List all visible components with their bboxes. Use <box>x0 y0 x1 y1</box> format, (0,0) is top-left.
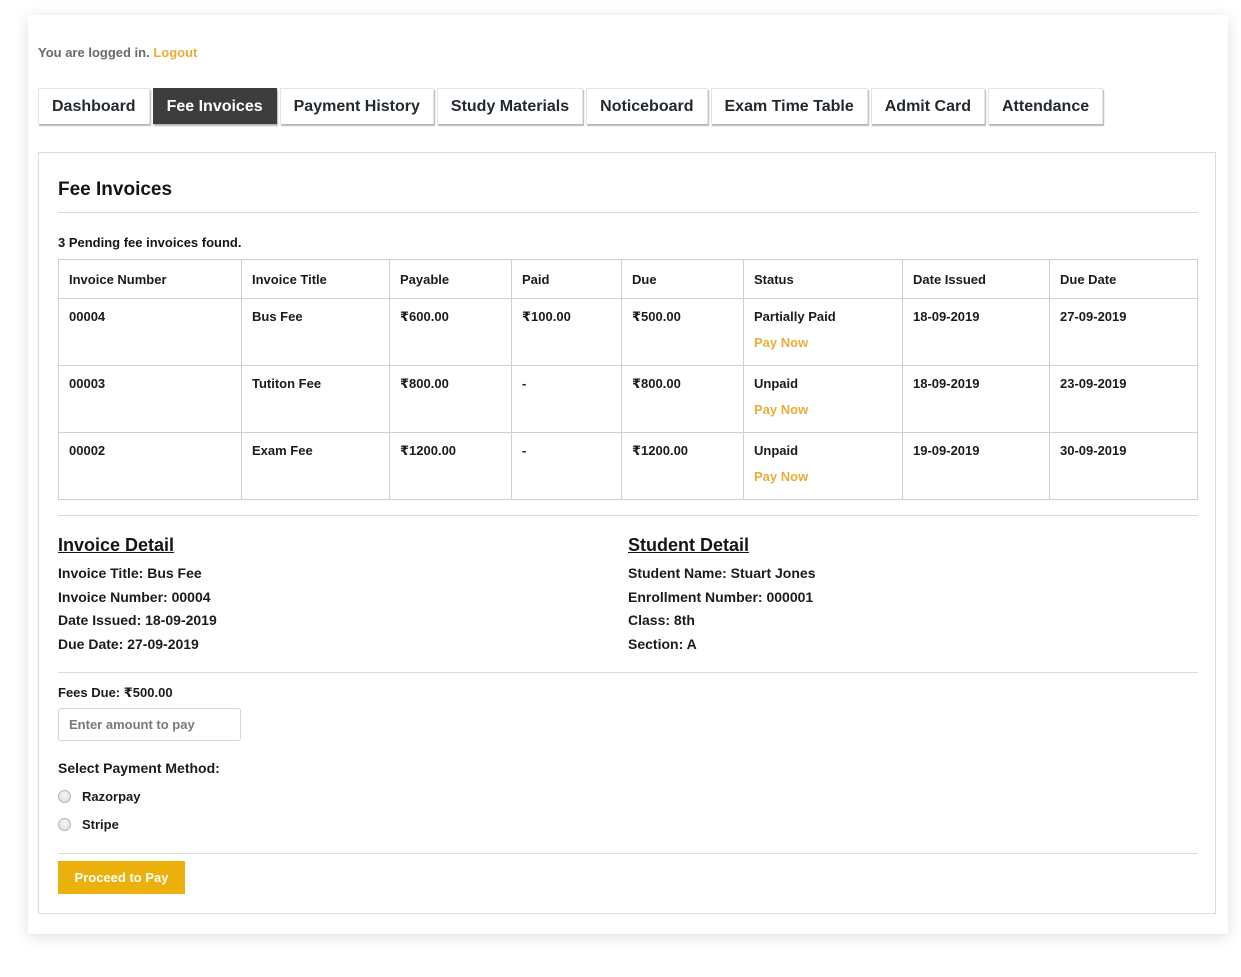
pay-now-link[interactable]: Pay Now <box>754 469 892 484</box>
table-row: 00004 Bus Fee ₹600.00 ₹100.00 ₹500.00 Pa… <box>58 298 1198 366</box>
column-header-invoice-title: Invoice Title <box>241 259 390 299</box>
section-line: Section: A <box>628 636 697 653</box>
status-text: Unpaid <box>754 443 799 458</box>
tab-dashboard[interactable]: Dashboard <box>38 88 150 124</box>
cell-due-date: 23-09-2019 <box>1049 365 1198 433</box>
status-text: Unpaid <box>754 376 799 391</box>
proceed-to-pay-button[interactable]: Proceed to Pay <box>58 861 185 894</box>
divider <box>58 672 1198 673</box>
fee-invoices-panel: Fee Invoices 3 Pending fee invoices foun… <box>38 152 1216 914</box>
pay-now-link[interactable]: Pay Now <box>754 402 892 417</box>
cell-status: Partially Paid Pay Now <box>743 298 903 366</box>
cell-payable: ₹800.00 <box>389 365 512 433</box>
divider <box>58 515 1198 516</box>
table-row: 00002 Exam Fee ₹1200.00 - ₹1200.00 Unpai… <box>58 432 1198 500</box>
payment-method-label: Select Payment Method: <box>58 760 220 776</box>
pay-now-link[interactable]: Pay Now <box>754 335 892 350</box>
invoice-detail: Invoice Detail Invoice Title: Bus Fee In… <box>58 535 217 660</box>
logged-in-text: You are logged in. <box>38 45 150 60</box>
logout-link[interactable]: Logout <box>153 45 197 60</box>
invoices-table: Invoice Number Invoice Title Payable Pai… <box>58 259 1198 500</box>
column-header-due: Due <box>621 259 744 299</box>
cell-paid: - <box>511 432 622 500</box>
cell-invoice-number: 00002 <box>58 432 242 500</box>
cell-paid: - <box>511 365 622 433</box>
cell-invoice-number: 00004 <box>58 298 242 366</box>
cell-payable: ₹600.00 <box>389 298 512 366</box>
payment-option-razorpay[interactable]: Razorpay <box>58 789 141 804</box>
student-detail-heading: Student Detail <box>628 535 750 555</box>
cell-date-issued: 18-09-2019 <box>902 365 1050 433</box>
cell-invoice-title: Exam Fee <box>241 432 390 500</box>
student-detail: Student Detail Student Name: Stuart Jone… <box>628 535 815 660</box>
cell-due: ₹500.00 <box>621 298 744 366</box>
fees-due-text: Fees Due: ₹500.00 <box>58 685 173 700</box>
column-header-status: Status <box>743 259 903 299</box>
cell-invoice-title: Tutiton Fee <box>241 365 390 433</box>
cell-paid: ₹100.00 <box>511 298 622 366</box>
cell-payable: ₹1200.00 <box>389 432 512 500</box>
divider <box>58 853 1198 854</box>
amount-input[interactable] <box>58 708 241 741</box>
class-line: Class: 8th <box>628 612 695 629</box>
invoice-detail-heading: Invoice Detail <box>58 535 175 555</box>
nav-tabs: Dashboard Fee Invoices Payment History S… <box>38 88 1106 124</box>
table-row: 00003 Tutiton Fee ₹800.00 - ₹800.00 Unpa… <box>58 365 1198 433</box>
cell-date-issued: 19-09-2019 <box>902 432 1050 500</box>
cell-date-issued: 18-09-2019 <box>902 298 1050 366</box>
cell-status: Unpaid Pay Now <box>743 365 903 433</box>
enrollment-number-line: Enrollment Number: 000001 <box>628 588 814 605</box>
due-date-line: Due Date: 27-09-2019 <box>58 636 199 653</box>
cell-due-date: 30-09-2019 <box>1049 432 1198 500</box>
divider <box>58 212 1198 213</box>
tab-admit-card[interactable]: Admit Card <box>870 88 985 124</box>
column-header-invoice-number: Invoice Number <box>58 259 242 299</box>
payment-option-stripe[interactable]: Stripe <box>58 817 119 832</box>
cell-due: ₹1200.00 <box>621 432 744 500</box>
cell-status: Unpaid Pay Now <box>743 432 903 500</box>
cell-due-date: 27-09-2019 <box>1049 298 1198 366</box>
date-issued-line: Date Issued: 18-09-2019 <box>58 612 217 629</box>
invoice-number-line: Invoice Number: 00004 <box>58 588 211 605</box>
column-header-payable: Payable <box>389 259 512 299</box>
tab-payment-history[interactable]: Payment History <box>279 88 434 124</box>
student-name-line: Student Name: Stuart Jones <box>628 565 816 581</box>
invoice-title-line: Invoice Title: Bus Fee <box>58 565 202 581</box>
cell-invoice-number: 00003 <box>58 365 242 433</box>
tab-noticeboard[interactable]: Noticeboard <box>586 88 708 124</box>
login-status: You are logged in. Logout <box>38 45 197 60</box>
panel-title: Fee Invoices <box>58 179 173 200</box>
razorpay-radio[interactable] <box>58 790 71 803</box>
status-text: Partially Paid <box>754 309 836 324</box>
table-header-row: Invoice Number Invoice Title Payable Pai… <box>58 259 1198 299</box>
tab-exam-time-table[interactable]: Exam Time Table <box>710 88 868 124</box>
stripe-label: Stripe <box>82 817 119 832</box>
razorpay-label: Razorpay <box>82 789 141 804</box>
cell-due: ₹800.00 <box>621 365 744 433</box>
column-header-paid: Paid <box>511 259 622 299</box>
column-header-date-issued: Date Issued <box>902 259 1050 299</box>
tab-attendance[interactable]: Attendance <box>987 88 1104 124</box>
tab-fee-invoices[interactable]: Fee Invoices <box>152 88 277 124</box>
cell-invoice-title: Bus Fee <box>241 298 390 366</box>
pending-count-text: 3 Pending fee invoices found. <box>58 235 242 250</box>
column-header-due-date: Due Date <box>1049 259 1198 299</box>
tab-study-materials[interactable]: Study Materials <box>436 88 584 124</box>
stripe-radio[interactable] <box>58 818 71 831</box>
page-frame: You are logged in. Logout Dashboard Fee … <box>28 15 1228 934</box>
